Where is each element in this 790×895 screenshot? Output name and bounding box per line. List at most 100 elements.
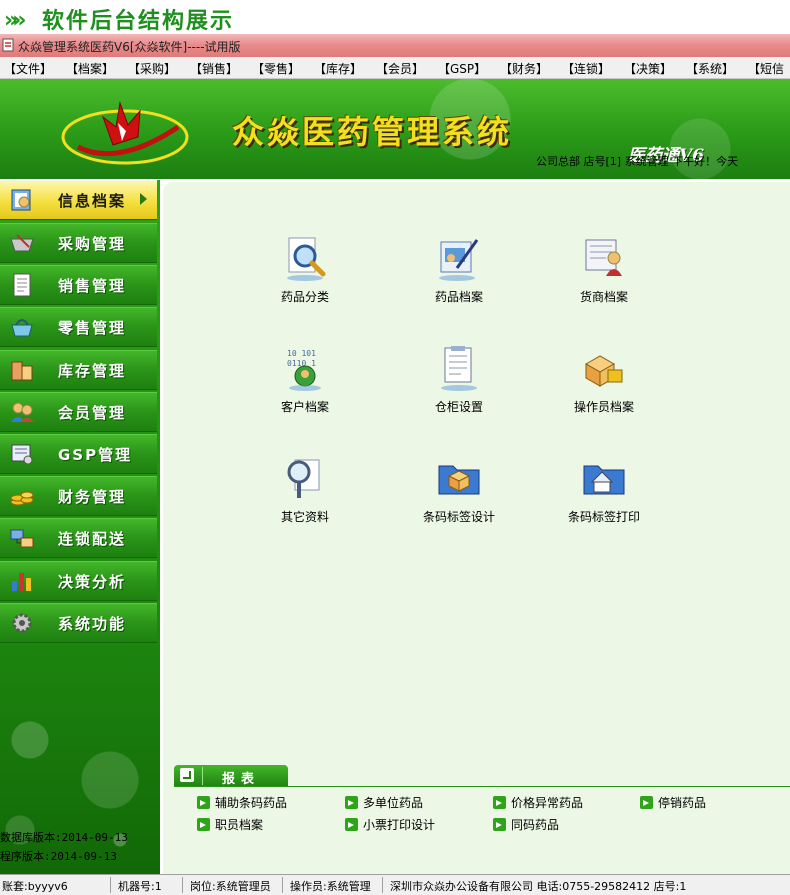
bar-chart-icon — [12, 573, 31, 591]
sidebar-label-sales: 销售管理 — [58, 277, 127, 295]
status-operator: 操作员:系统管理 — [290, 880, 371, 893]
status-divider — [282, 877, 283, 893]
sidebar-item-retail[interactable]: 零售管理 — [0, 307, 157, 347]
report-arrow-icon — [180, 768, 194, 782]
folder-cube-icon — [438, 465, 480, 495]
gsp-certificate-icon — [11, 444, 33, 465]
func-drug-category[interactable]: 药品分类 — [245, 234, 365, 305]
report-arrow-icon — [493, 818, 506, 831]
report-link-aux-barcode[interactable]: 辅助条码药品 — [197, 794, 287, 811]
func-label-drug-archive: 药品档案 — [434, 290, 483, 304]
func-label-barcode-label-print: 条码标签打印 — [567, 510, 640, 524]
menu-sms[interactable]: 【短信 — [748, 60, 784, 77]
menu-system[interactable]: 【系统】 — [686, 60, 734, 77]
report-link-label: 小票打印设计 — [363, 818, 436, 832]
active-arrow-icon — [140, 193, 147, 205]
report-link-same-code[interactable]: 同码药品 — [493, 816, 559, 833]
window-title-bar[interactable]: 众焱管理系统医药V6[众焱软件]----试用版 — [0, 34, 790, 57]
report-arrow-icon — [640, 796, 653, 809]
report-link-discontinued[interactable]: 停销药品 — [640, 794, 706, 811]
report-link-label: 多单位药品 — [363, 796, 424, 810]
func-supplier-archive[interactable]: 货商档案 — [544, 234, 664, 305]
report-link-receipt-design[interactable]: 小票打印设计 — [345, 816, 435, 833]
menu-gsp[interactable]: 【GSP】 — [438, 60, 486, 77]
func-label-customer-archive: 客户档案 — [280, 400, 329, 414]
sidebar: 信息档案 采购管理 销售管理 零售管理 库存管理 会员管理 GSP管理 财务管理… — [0, 180, 160, 874]
sidebar-label-retail: 零售管理 — [58, 319, 127, 337]
menu-member[interactable]: 【会员】 — [376, 60, 424, 77]
chain-delivery-icon — [10, 529, 34, 548]
document-icon — [13, 273, 31, 297]
sidebar-label-stock: 库存管理 — [58, 362, 127, 380]
supplier-person-icon — [585, 239, 622, 276]
basket-icon — [11, 319, 33, 337]
status-bar: 账套:byyyv6 机器号:1 岗位:系统管理员 操作员:系统管理 深圳市众焱办… — [0, 874, 790, 895]
db-version: 数据库版本:2014-09-13 — [0, 831, 128, 844]
menu-sales[interactable]: 【销售】 — [190, 60, 238, 77]
report-link-price-abnormal[interactable]: 价格异常药品 — [493, 794, 583, 811]
func-label-cabinet-settings: 仓柜设置 — [434, 400, 483, 414]
sidebar-item-stock[interactable]: 库存管理 — [0, 350, 157, 390]
status-machine: 机器号:1 — [118, 880, 162, 893]
menu-decision[interactable]: 【决策】 — [624, 60, 672, 77]
members-icon — [11, 402, 34, 422]
func-cabinet-settings[interactable]: 仓柜设置 — [399, 344, 519, 415]
menu-stock[interactable]: 【库存】 — [314, 60, 362, 77]
clipboard-icon — [441, 346, 477, 391]
report-link-multi-unit[interactable]: 多单位药品 — [345, 794, 423, 811]
menu-finance[interactable]: 【财务】 — [500, 60, 548, 77]
func-barcode-label-print[interactable]: 条码标签打印 — [544, 454, 664, 525]
archive-book-icon — [11, 189, 31, 211]
sidebar-label-info-archive: 信息档案 — [58, 192, 127, 210]
func-barcode-label-design[interactable]: 条码标签设计 — [399, 454, 519, 525]
func-customer-archive[interactable]: 10 101 0110 1 客户档案 — [245, 344, 365, 415]
report-link-label: 职员档案 — [215, 818, 264, 832]
sidebar-label-decision: 决策分析 — [58, 573, 127, 591]
edit-document-icon — [439, 239, 479, 281]
svg-text:10 101: 10 101 — [287, 349, 316, 358]
status-divider — [182, 877, 183, 893]
shopping-basket-icon — [10, 234, 34, 252]
sidebar-item-info-archive[interactable]: 信息档案 — [0, 180, 157, 220]
sidebar-label-purchase: 采购管理 — [58, 235, 127, 253]
func-label-operator-archive: 操作员档案 — [573, 400, 634, 414]
report-arrow-icon — [197, 818, 210, 831]
status-company: 深圳市众焱办公设备有限公司 电话:0755-29582412 店号:1 — [390, 880, 687, 893]
func-label-drug-category: 药品分类 — [280, 290, 329, 304]
report-link-staff-archive[interactable]: 职员档案 — [197, 816, 263, 833]
gear-icon — [12, 613, 32, 633]
sidebar-item-system[interactable]: 系统功能 — [0, 603, 157, 643]
func-drug-archive[interactable]: 药品档案 — [399, 234, 519, 305]
sidebar-item-decision[interactable]: 决策分析 — [0, 561, 157, 601]
menu-chain[interactable]: 【连锁】 — [562, 60, 610, 77]
sidebar-item-sales[interactable]: 销售管理 — [0, 265, 157, 305]
report-arrow-icon — [493, 796, 506, 809]
report-link-label: 同码药品 — [511, 818, 560, 832]
func-operator-archive[interactable]: 操作员档案 — [544, 344, 664, 415]
sidebar-item-finance[interactable]: 财务管理 — [0, 476, 157, 516]
magnifier-document-icon — [287, 237, 326, 281]
magnifier-icon — [287, 459, 320, 498]
report-header[interactable]: 报表 — [174, 765, 288, 787]
sidebar-item-member[interactable]: 会员管理 — [0, 392, 157, 432]
menu-retail[interactable]: 【零售】 — [252, 60, 300, 77]
sidebar-item-purchase[interactable]: 采购管理 — [0, 223, 157, 263]
operator-boxes-icon — [584, 355, 623, 387]
menu-archive[interactable]: 【档案】 — [66, 60, 114, 77]
sidebar-item-chain[interactable]: 连锁配送 — [0, 518, 157, 558]
app-header: 众焱医药管理系统 医药通V6 公司总部 店号[1] 系统管理 下午好！今天 — [0, 79, 790, 179]
top-banner: »» 软件后台结构展示 — [0, 0, 790, 34]
sidebar-label-member: 会员管理 — [58, 404, 127, 422]
banner-title: 软件后台结构展示 — [42, 9, 235, 34]
menu-file[interactable]: 【文件】 — [4, 60, 52, 77]
func-other-info[interactable]: 其它资料 — [245, 454, 365, 525]
report-link-label: 价格异常药品 — [511, 796, 584, 810]
folder-house-icon — [583, 465, 625, 495]
menu-purchase[interactable]: 【采购】 — [128, 60, 176, 77]
header-info: 公司总部 店号[1] 系统管理 下午好！今天 — [536, 155, 739, 168]
sidebar-item-gsp[interactable]: GSP管理 — [0, 434, 157, 474]
report-title: 报表 — [222, 772, 261, 787]
func-label-other-info: 其它资料 — [280, 510, 329, 524]
report-arrow-icon — [345, 818, 358, 831]
report-link-label: 停销药品 — [658, 796, 707, 810]
